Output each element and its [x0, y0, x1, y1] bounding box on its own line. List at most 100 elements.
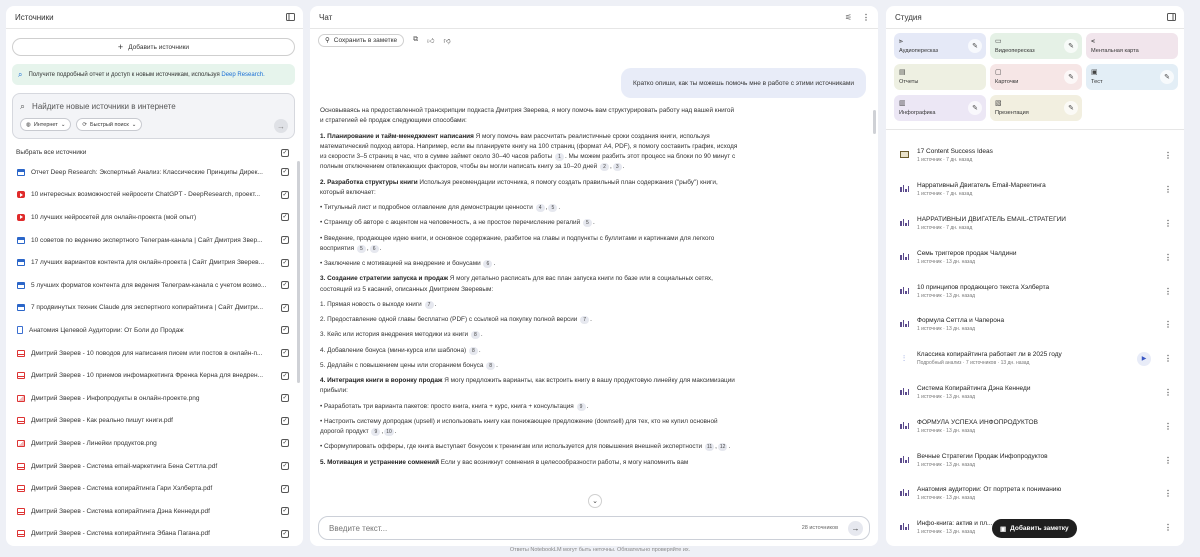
more-vert-icon[interactable]: ⋮: [862, 13, 870, 22]
more-vert-icon[interactable]: ⋮: [1164, 523, 1172, 532]
select-all-checkbox[interactable]: ✓: [281, 148, 289, 157]
note-item[interactable]: ФОРМУЛА УСПЕХА ИНФОПРОДУКТОВ 1 источник ·…: [886, 409, 1184, 443]
source-checkbox[interactable]: ✓: [281, 371, 289, 380]
note-item[interactable]: 10 принципов продающего текста Хэлберта 1…: [886, 274, 1184, 308]
source-checkbox[interactable]: ✓: [281, 416, 289, 425]
play-icon[interactable]: ▶: [1137, 351, 1151, 366]
source-item[interactable]: 10 советов по ведению экспертного Телегр…: [6, 229, 303, 252]
source-item[interactable]: Дмитрий Зверев - Как реально пишут книги…: [6, 410, 303, 433]
source-item[interactable]: Дмитрий Зверев - Система копирайтинга Эб…: [6, 523, 303, 546]
note-item[interactable]: Семь триггеров продаж Чалдини 1 источник …: [886, 240, 1184, 274]
source-item[interactable]: Дмитрий Зверев - 10 приемов инфомаркетин…: [6, 364, 303, 387]
more-vert-icon[interactable]: ⋮: [1164, 320, 1172, 329]
note-item[interactable]: ⫶ Классика копирайтинга работает ли в 202…: [886, 342, 1184, 376]
citation-chip[interactable]: 7: [424, 300, 434, 309]
source-item[interactable]: Дмитрий Зверев - Система email-маркетинг…: [6, 455, 303, 478]
edit-pencil-icon[interactable]: ✎: [968, 39, 982, 53]
source-item[interactable]: 10 интересных возможностей нейросети Cha…: [6, 184, 303, 207]
select-all-row[interactable]: Выбрать все источники ✓: [6, 144, 303, 161]
source-item[interactable]: Анатомия Целевой Аудитории: От Боли до П…: [6, 319, 303, 342]
source-checkbox[interactable]: ✓: [281, 484, 289, 493]
chat-input[interactable]: [329, 523, 802, 533]
add-note-button[interactable]: ▣ Добавить заметку: [992, 519, 1077, 538]
citation-chip[interactable]: 3: [612, 163, 622, 172]
source-search-input[interactable]: Найдите новые источники в интернете: [32, 102, 176, 111]
citation-chip[interactable]: 8: [470, 331, 480, 340]
source-item[interactable]: 10 лучших нейросетей для онлайн-проекта …: [6, 206, 303, 229]
settings-sliders-icon[interactable]: ⚟: [845, 13, 852, 22]
citation-chip[interactable]: 5: [582, 219, 592, 228]
edit-pencil-icon[interactable]: ✎: [968, 101, 982, 115]
edit-pencil-icon[interactable]: ✎: [1064, 101, 1078, 115]
web-source-dropdown[interactable]: ◍ Интернет ⌄: [20, 118, 72, 131]
more-vert-icon[interactable]: ⋮: [1164, 489, 1172, 498]
chat-scrollbar[interactable]: [873, 110, 876, 134]
note-item[interactable]: Анатомия аудитории: От портрета к понима…: [886, 477, 1184, 511]
source-checkbox[interactable]: ✓: [281, 168, 289, 177]
source-checkbox[interactable]: ✓: [281, 439, 289, 448]
citation-chip[interactable]: 8: [468, 346, 478, 355]
collapse-panel-icon[interactable]: [286, 13, 295, 21]
source-checkbox[interactable]: ✓: [281, 190, 289, 199]
more-vert-icon[interactable]: ⋮: [1164, 151, 1172, 160]
more-vert-icon[interactable]: ⋮: [1164, 219, 1172, 228]
source-checkbox[interactable]: ✓: [281, 303, 289, 312]
source-checkbox[interactable]: ✓: [281, 349, 289, 358]
edit-pencil-icon[interactable]: ✎: [1064, 70, 1078, 84]
more-vert-icon[interactable]: ⋮: [1164, 354, 1172, 363]
more-vert-icon[interactable]: ⋮: [1164, 456, 1172, 465]
source-checkbox[interactable]: ✓: [281, 281, 289, 290]
citation-chip[interactable]: 8: [486, 361, 496, 370]
note-item[interactable]: НАРРАТИВНЫЙ ДВИГАТЕЛЬ EMAIL-СТРАТЕГИИ 1 и…: [886, 207, 1184, 241]
more-vert-icon[interactable]: ⋮: [1164, 422, 1172, 431]
more-vert-icon[interactable]: ⋮: [1164, 287, 1172, 296]
note-item[interactable]: Вечные Стратегии Продаж Инфопродуктов 1 и…: [886, 443, 1184, 477]
source-item[interactable]: Дмитрий Зверев - Инфопродукты в онлайн-п…: [6, 387, 303, 410]
send-button[interactable]: →: [848, 520, 863, 536]
thumbs-down-icon[interactable]: 👎︎: [443, 36, 450, 45]
citation-chip[interactable]: 7: [580, 316, 590, 324]
search-submit-button[interactable]: →: [274, 119, 288, 133]
source-checkbox[interactable]: ✓: [281, 236, 289, 245]
citation-chip[interactable]: 9: [576, 402, 586, 411]
note-item[interactable]: 17 Content Success Ideas 1 источник · 7 д…: [886, 139, 1184, 173]
source-item[interactable]: Дмитрий Зверев - 10 поводов для написани…: [6, 342, 303, 365]
copy-icon[interactable]: ⧉: [413, 36, 418, 44]
studio-tool-tile[interactable]: ▣ Тест ✎: [1086, 64, 1178, 90]
collapse-panel-icon[interactable]: [1167, 13, 1176, 21]
studio-tool-tile[interactable]: ▭ Видеопересказ ✎: [990, 33, 1082, 59]
source-checkbox[interactable]: ✓: [281, 394, 289, 403]
citation-chip[interactable]: 4: [535, 204, 545, 212]
citation-chip[interactable]: 11: [704, 443, 715, 452]
source-item[interactable]: Дмитрий Зверев - Система копирайтинга Дэ…: [6, 500, 303, 523]
thumbs-up-icon[interactable]: 👍︎: [427, 36, 434, 45]
studio-tool-tile[interactable]: ⫸ Аудиопересказ ✎: [894, 33, 986, 59]
source-checkbox[interactable]: ✓: [281, 462, 289, 471]
source-item[interactable]: Отчет Deep Research: Экспертный Анализ: …: [6, 161, 303, 184]
citation-chip[interactable]: 2: [599, 163, 609, 172]
search-mode-dropdown[interactable]: ⟳ Быстрый поиск ⌄: [76, 118, 143, 131]
citation-chip[interactable]: 1: [554, 153, 564, 161]
studio-tool-tile[interactable]: ▢ Карточки ✎: [990, 64, 1082, 90]
source-checkbox[interactable]: ✓: [281, 529, 289, 538]
more-vert-icon[interactable]: ⋮: [1164, 185, 1172, 194]
sources-scrollbar[interactable]: [297, 161, 300, 383]
citation-chip[interactable]: 6: [369, 244, 379, 253]
note-item[interactable]: Формула Сеттла и Чаперона 1 источник · 13…: [886, 308, 1184, 342]
scroll-down-button[interactable]: ⌄: [588, 494, 602, 508]
note-item[interactable]: Система Копирайтинга Дэна Кеннеди 1 источ…: [886, 376, 1184, 410]
citation-chip[interactable]: 5: [548, 204, 558, 212]
add-sources-button[interactable]: + Добавить источники: [12, 38, 295, 56]
source-checkbox[interactable]: ✓: [281, 507, 289, 516]
source-item[interactable]: Дмитрий Зверев - Линейки продуктов.png ✓: [6, 432, 303, 455]
source-checkbox[interactable]: ✓: [281, 213, 289, 222]
studio-tool-tile[interactable]: ⪪ Ментальная карта: [1086, 33, 1178, 59]
save-to-note-button[interactable]: ⚲ Сохранить в заметке: [318, 33, 405, 47]
studio-tool-tile[interactable]: ▤ Отчеты: [894, 64, 986, 90]
more-vert-icon[interactable]: ⋮: [1164, 388, 1172, 397]
citation-chip[interactable]: 10: [384, 428, 394, 436]
source-item[interactable]: 17 лучших вариантов контента для онлайн-…: [6, 251, 303, 274]
source-item[interactable]: Дмитрий Зверев - Система копирайтинга Га…: [6, 477, 303, 500]
citation-chip[interactable]: 12: [717, 443, 728, 452]
more-vert-icon[interactable]: ⋮: [1164, 253, 1172, 262]
